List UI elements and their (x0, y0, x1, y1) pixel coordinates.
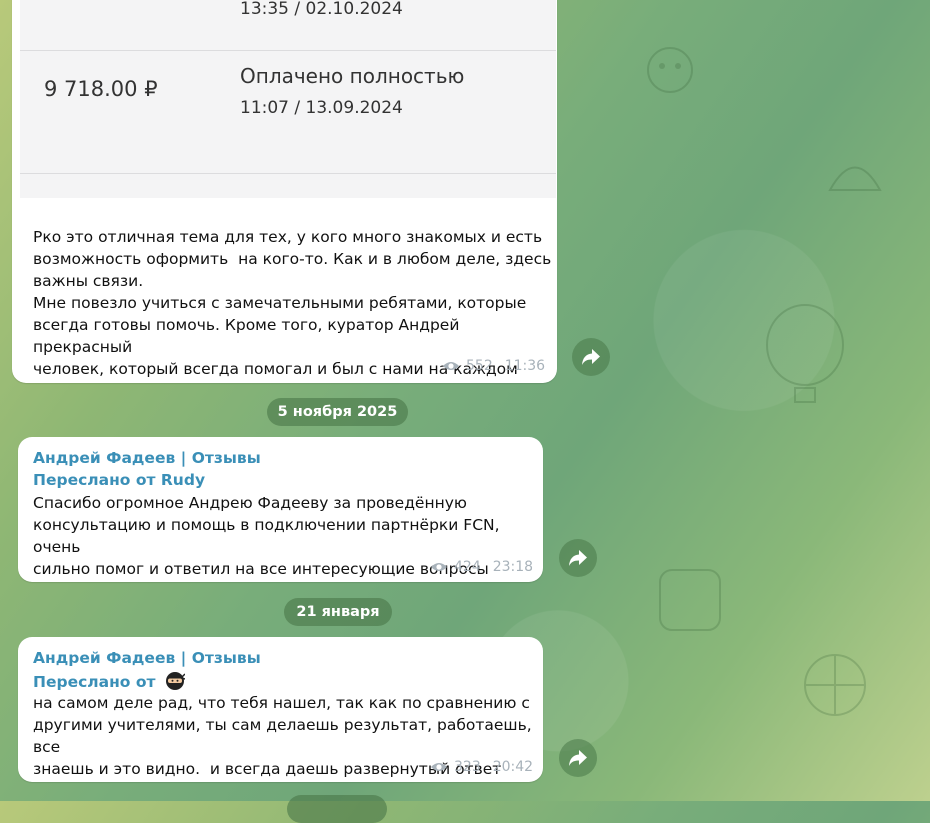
forwarded-from[interactable]: Переслано от (33, 671, 185, 691)
date-separator: 21 января (284, 598, 392, 626)
screenshot-time-top: 13:35 / 02.10.2024 (240, 0, 403, 19)
eye-icon (431, 563, 447, 571)
divider (20, 173, 556, 174)
sender-name[interactable]: Андрей Фадеев | Отзывы (33, 649, 261, 667)
message-bubble[interactable]: 13:35 / 02.10.2024 9 718.00 ₽ Оплачено п… (12, 0, 557, 383)
share-arrow-icon (569, 550, 587, 566)
message-meta: 552 11:36 (442, 358, 545, 374)
wallpaper-doodle-icon (659, 569, 721, 631)
views-count: 552 (466, 358, 493, 374)
message-time: 11:36 (504, 358, 546, 374)
screenshot-time: 11:07 / 13.09.2024 (240, 98, 403, 118)
date-separator: 5 ноября 2025 (267, 398, 408, 426)
message-bubble[interactable]: Андрей Фадеев | Отзывы Переслано от на с… (18, 637, 543, 782)
wallpaper-doodle-icon (647, 47, 693, 93)
screenshot-status: Оплачено полностью (240, 64, 465, 88)
share-button[interactable] (559, 739, 597, 777)
views-count: 323 (454, 759, 481, 775)
wallpaper-doodle-icon (828, 166, 882, 191)
message-time: 20:42 (492, 759, 534, 775)
divider (20, 50, 556, 51)
wallpaper-doodle-icon (804, 654, 866, 716)
message-meta: 323 20:42 (430, 759, 533, 775)
message-meta: 424 23:18 (430, 559, 533, 575)
date-separator-partial (287, 795, 387, 823)
share-arrow-icon (582, 349, 600, 365)
share-arrow-icon (569, 750, 587, 766)
eye-icon (431, 763, 447, 771)
views-count: 424 (454, 559, 481, 575)
eye-icon (443, 362, 459, 370)
sender-name[interactable]: Андрей Фадеев | Отзывы (33, 449, 261, 467)
forwarded-label: Переслано от (33, 673, 156, 691)
message-time: 23:18 (492, 559, 534, 575)
ninja-emoji-icon (165, 672, 185, 690)
forwarded-from[interactable]: Переслано от Rudy (33, 471, 205, 489)
wallpaper-doodle-icon (766, 304, 844, 403)
share-button[interactable] (559, 539, 597, 577)
message-bubble[interactable]: Андрей Фадеев | Отзывы Переслано от Rudy… (18, 437, 543, 582)
share-button[interactable] (572, 338, 610, 376)
screenshot-amount: 9 718.00 ₽ (44, 77, 158, 101)
payment-screenshot-image[interactable]: 13:35 / 02.10.2024 9 718.00 ₽ Оплачено п… (20, 0, 556, 198)
